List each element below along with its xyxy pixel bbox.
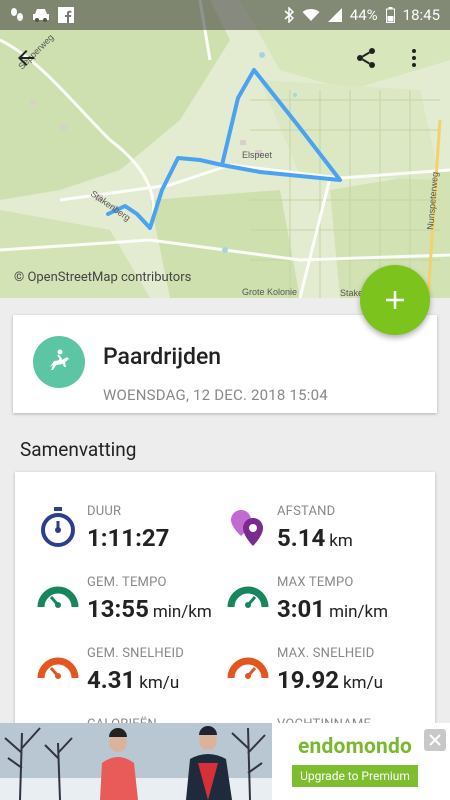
- wifi-icon: [302, 6, 320, 24]
- route-map[interactable]: Elspeet Grote Kolonie Stakenberg Sepperw…: [0, 0, 450, 298]
- map-label-grote-kolonie: Grote Kolonie: [242, 287, 297, 297]
- stopwatch-icon: [41, 507, 75, 547]
- stat-duration: DUUR 1:11:27: [37, 504, 227, 564]
- stat-max-speed: MAX. SNELHEID 19.92 km/u: [227, 646, 417, 706]
- stat-avg-speed: GEM. SNELHEID 4.31 km/u: [37, 646, 227, 706]
- back-button[interactable]: [14, 46, 54, 86]
- bluetooth-icon: [284, 6, 294, 24]
- summary-card: DUUR 1:11:27 AFSTAND 5.14 km GEM. TEMPO 1…: [15, 472, 435, 732]
- stat-value: 4.31 km/u: [87, 666, 180, 694]
- plus-icon: [386, 291, 404, 309]
- share-icon: [357, 48, 375, 68]
- clock: 18:45: [402, 6, 440, 24]
- battery-percentage: 44%: [349, 6, 378, 24]
- more-vert-icon: [412, 49, 416, 67]
- share-button[interactable]: [354, 46, 394, 86]
- activity-header-card: Paardrijden WOENSDAG, 12 DEC. 2018 15:04: [13, 315, 437, 413]
- upgrade-premium-button[interactable]: Upgrade to Premium: [292, 765, 418, 787]
- more-options-button[interactable]: [402, 46, 442, 86]
- stat-label: AFSTAND: [277, 504, 336, 519]
- signal-icon: [327, 6, 342, 24]
- battery-icon: [385, 6, 395, 24]
- ad-banner[interactable]: endomondo Upgrade to Premium: [0, 723, 450, 800]
- stat-value: 19.92 km/u: [277, 666, 383, 694]
- map-tiles: Elspeet Grote Kolonie Stakenberg Sepperw…: [0, 0, 450, 298]
- stat-label: MAX TEMPO: [277, 575, 354, 590]
- ad-choices-icon[interactable]: [424, 729, 446, 751]
- stat-avg-pace: GEM. TEMPO 13:55 min/km: [37, 575, 227, 635]
- add-button[interactable]: [360, 265, 430, 335]
- stat-label: DUUR: [87, 504, 122, 519]
- summary-heading: Samenvatting: [20, 438, 137, 461]
- stat-label: GEM. SNELHEID: [87, 646, 184, 661]
- car-icon: [32, 6, 50, 24]
- activity-date: WOENSDAG, 12 DEC. 2018 15:04: [103, 386, 328, 404]
- speedometer-icon: [227, 657, 269, 679]
- map-label-elspeet: Elspeet: [242, 150, 273, 160]
- stat-distance: AFSTAND 5.14 km: [227, 504, 417, 564]
- ad-brand-panel: endomondo Upgrade to Premium: [272, 723, 450, 800]
- stat-max-pace: MAX TEMPO 3:01 min/km: [227, 575, 417, 635]
- stat-value: 1:11:27: [87, 524, 170, 552]
- arrow-back-icon: [18, 50, 34, 66]
- map-toolbar: [0, 46, 450, 86]
- activity-title: Paardrijden: [103, 343, 222, 370]
- stat-label: MAX. SNELHEID: [277, 646, 375, 661]
- stat-value: 5.14 km: [277, 524, 353, 552]
- footprint-icon: [10, 6, 24, 24]
- speedometer-icon: [37, 657, 79, 679]
- facebook-icon: [58, 6, 74, 24]
- ad-photo: [0, 723, 272, 800]
- horse-riding-icon: [50, 349, 69, 370]
- gauge-icon: [227, 586, 269, 608]
- stat-label: GEM. TEMPO: [87, 575, 167, 590]
- status-bar: 44% 18:45: [0, 0, 450, 30]
- stat-value: 13:55 min/km: [87, 595, 212, 623]
- map-attribution[interactable]: © OpenStreetMap contributors: [14, 270, 191, 285]
- location-pins-icon: [231, 510, 263, 546]
- sport-avatar: [33, 336, 85, 388]
- stat-value: 3:01 min/km: [277, 595, 389, 623]
- gauge-icon: [37, 586, 79, 608]
- ad-brand-logo: endomondo: [298, 735, 413, 759]
